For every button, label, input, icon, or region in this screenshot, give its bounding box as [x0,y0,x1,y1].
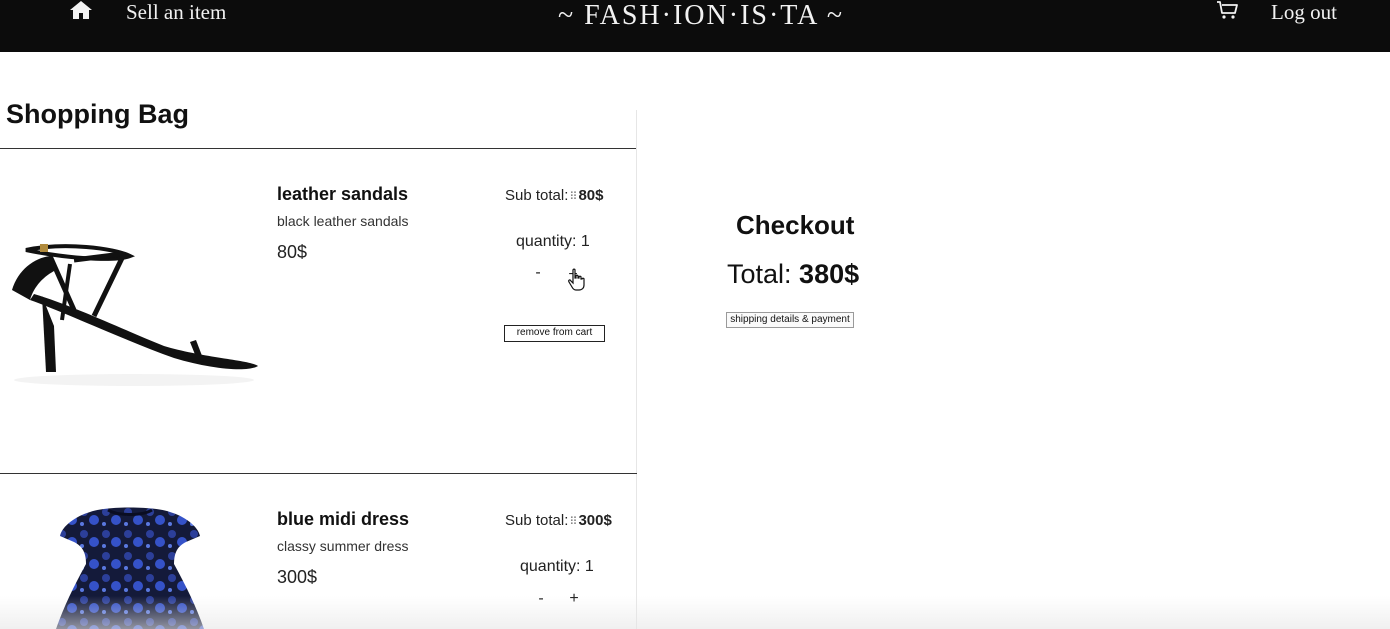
quantity-label: quantity: 1 [516,233,590,250]
subtotal-value: 80$ [578,187,604,204]
total-label: Total: [727,259,800,289]
home-icon[interactable] [69,0,93,20]
product-description: classy summer dress [277,538,409,554]
order-total: Total: 380$ [727,259,859,290]
decrease-quantity-button[interactable]: - [531,264,545,282]
shopping-bag-title: Shopping Bag [6,99,189,129]
divider [0,473,637,474]
product-price: 80$ [277,242,308,262]
product-name[interactable]: blue midi dress [277,509,409,530]
product-price: 300$ [277,567,318,587]
item-subtotal: Sub total:⠿80$ [505,187,603,204]
divider [0,148,637,149]
decrease-quantity-button[interactable]: - [534,590,548,608]
shipping-payment-button[interactable]: shipping details & payment [726,312,854,328]
remove-from-cart-button[interactable]: remove from cart [504,325,605,342]
product-description: black leather sandals [277,213,409,229]
subtotal-label: Sub total: [505,187,569,204]
drag-dots-icon: ⠿ [569,191,578,203]
subtotal-label: Sub total: [505,512,569,529]
checkout-title: Checkout [736,210,855,240]
product-name[interactable]: leather sandals [277,184,408,205]
top-nav-bar: Sell an item ~ FASH·ION·IS·TA ~ Log out [0,0,1390,52]
brand-logo[interactable]: ~ FASH·ION·IS·TA ~ [540,0,862,32]
logout-link[interactable]: Log out [1271,0,1337,25]
cart-icon[interactable] [1216,0,1240,20]
increase-quantity-button[interactable]: + [567,590,581,608]
item-subtotal: Sub total:⠿300$ [505,512,612,529]
sell-item-link[interactable]: Sell an item [126,0,226,25]
hand-cursor-icon [568,268,585,291]
subtotal-value: 300$ [578,512,612,529]
bottom-shadow [0,596,1390,629]
quantity-label: quantity: 1 [520,558,594,575]
dress-product-image[interactable] [56,506,204,629]
column-divider [636,110,637,629]
drag-dots-icon: ⠿ [569,516,578,528]
sandal-product-image[interactable] [4,230,260,390]
total-value: 380$ [799,259,860,289]
